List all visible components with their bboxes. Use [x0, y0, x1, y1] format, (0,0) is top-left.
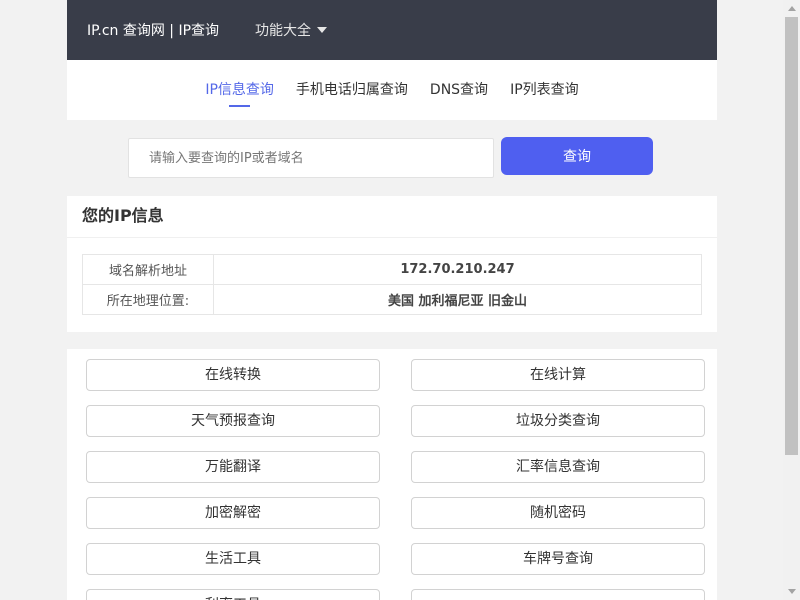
tool-random-password-button[interactable]: 随机密码: [411, 497, 705, 529]
tool-online-calc-button[interactable]: 在线计算: [411, 359, 705, 391]
row-value-ip-address: 172.70.210.247: [213, 254, 702, 285]
tab-dns[interactable]: DNS查询: [430, 79, 488, 101]
tool-rate-button[interactable]: 利率工具: [86, 589, 380, 600]
scroll-up-button[interactable]: [783, 0, 800, 17]
ip-info-card: 您的IP信息 域名解析地址 172.70.210.247 所在地理位置: 美国 …: [67, 196, 717, 332]
caret-down-icon: [317, 27, 327, 33]
table-row: 域名解析地址 172.70.210.247: [82, 254, 702, 285]
features-menu[interactable]: 功能大全: [255, 20, 327, 40]
features-menu-label: 功能大全: [255, 23, 311, 39]
search-button[interactable]: 查询: [501, 137, 653, 175]
tool-plate-lookup-button[interactable]: 车牌号查询: [411, 543, 705, 575]
site-brand-link[interactable]: IP.cn 查询网 | IP查询: [87, 20, 219, 40]
tool-weather-button[interactable]: 天气预报查询: [86, 405, 380, 437]
page-scrollbar[interactable]: [783, 0, 800, 600]
row-key-dns-address: 域名解析地址: [82, 254, 214, 285]
ip-info-title: 您的IP信息: [67, 196, 717, 238]
tool-life-tools-button[interactable]: 生活工具: [86, 543, 380, 575]
tab-ip-info[interactable]: IP信息查询: [205, 79, 274, 107]
tool-translate-button[interactable]: 万能翻译: [86, 451, 380, 483]
page: IP.cn 查询网 | IP查询 功能大全 IP信息查询 手机电话归属查询 DN…: [0, 0, 800, 600]
tab-phone-lookup[interactable]: 手机电话归属查询: [296, 79, 408, 101]
search-bar: 查询: [128, 137, 654, 179]
tool-online-convert-button[interactable]: 在线转换: [86, 359, 380, 391]
tab-ip-list[interactable]: IP列表查询: [510, 79, 579, 101]
tools-card: 在线转换 在线计算 天气预报查询 垃圾分类查询 万能翻译 汇率信息查询 加密解密…: [67, 349, 717, 600]
scroll-thumb[interactable]: [785, 17, 798, 455]
top-navbar: IP.cn 查询网 | IP查询 功能大全: [67, 0, 717, 60]
arrow-down-icon: [787, 589, 796, 594]
scroll-down-button[interactable]: [783, 583, 800, 600]
tool-garbage-sort-button[interactable]: 垃圾分类查询: [411, 405, 705, 437]
table-row: 所在地理位置: 美国 加利福尼亚 旧金山: [82, 284, 702, 315]
tool-more-button[interactable]: [411, 589, 705, 600]
query-tabs: IP信息查询 手机电话归属查询 DNS查询 IP列表查询: [67, 60, 717, 120]
tool-encrypt-button[interactable]: 加密解密: [86, 497, 380, 529]
ip-info-table: 域名解析地址 172.70.210.247 所在地理位置: 美国 加利福尼亚 旧…: [82, 254, 702, 315]
row-key-location: 所在地理位置:: [82, 284, 214, 315]
arrow-up-icon: [787, 6, 796, 11]
tool-exchange-rate-button[interactable]: 汇率信息查询: [411, 451, 705, 483]
row-value-location: 美国 加利福尼亚 旧金山: [213, 284, 702, 315]
search-input[interactable]: [128, 138, 494, 178]
